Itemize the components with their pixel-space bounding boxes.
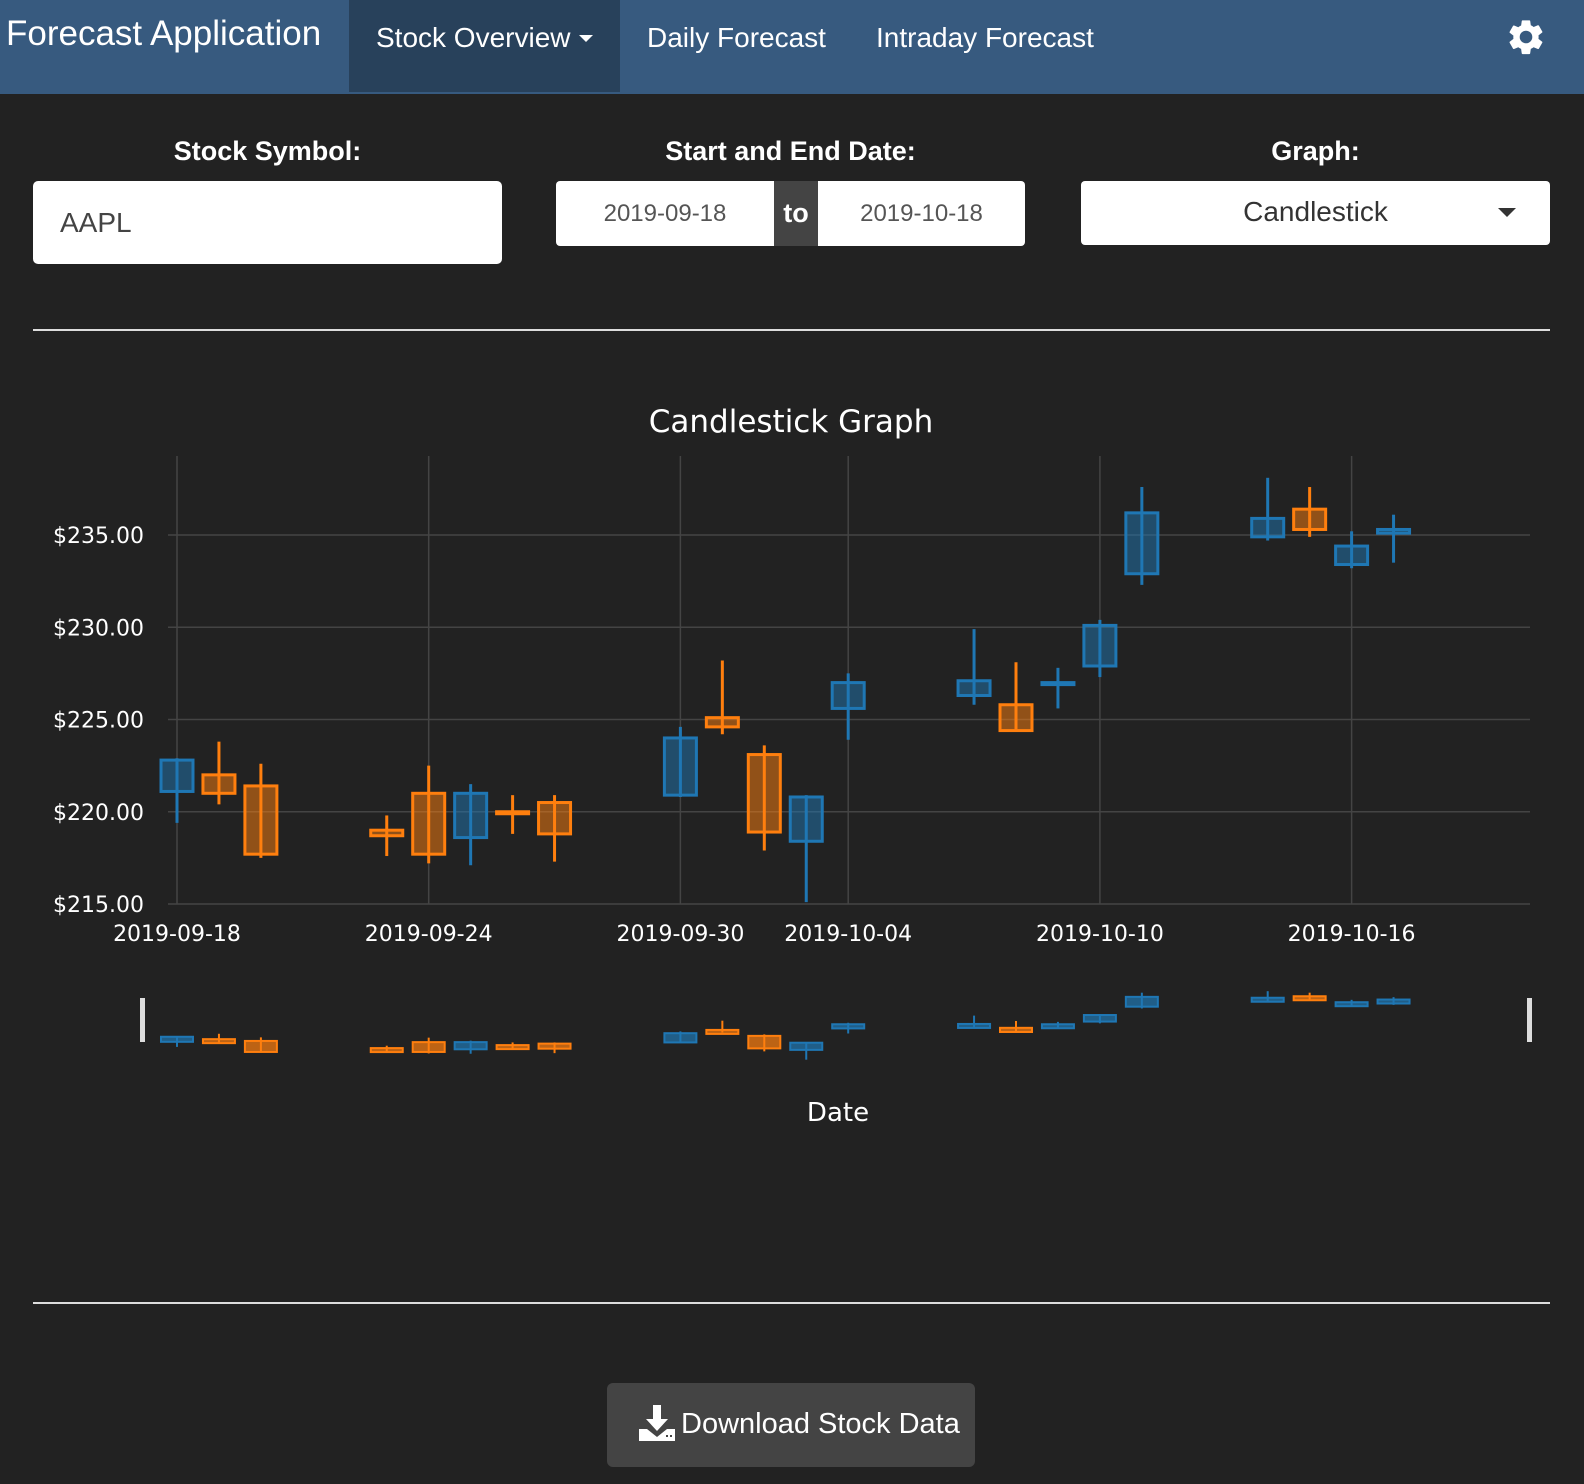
mini-candle-2019-10-17 [1376,997,1411,1005]
mini-candle-2019-09-20 [243,1037,278,1053]
x-axis-title: Date [807,1098,869,1128]
candle-2019-10-11 [1124,487,1160,585]
mini-candle-2019-10-03 [789,1041,824,1060]
candle-2019-10-14 [1250,477,1286,541]
chart-title: Candlestick Graph [649,404,934,440]
download-stock-data-button[interactable]: Download Stock Data [607,1383,975,1467]
candle-2019-09-24 [411,765,447,864]
candle-2019-10-07 [956,629,992,705]
nav-daily-forecast[interactable]: Daily Forecast [647,0,826,92]
y-tick-label: $230.00 [53,616,144,641]
graph-type-select[interactable]: Candlestick [1081,181,1550,245]
candle-2019-10-03 [788,795,824,903]
navbar: Forecast Application Stock Overview Dail… [0,0,1584,94]
graph-type-label: Graph: [1271,136,1360,166]
start-date-input[interactable] [556,181,774,246]
x-tick-label: 2019-10-04 [784,922,912,947]
date-range-picker: to [556,181,1025,246]
caret-down-icon [1498,208,1516,217]
mini-candle-2019-10-04 [831,1022,866,1034]
date-range-label: Start and End Date: [665,136,916,166]
mini-candle-2019-10-08 [999,1020,1033,1033]
candle-2019-10-10 [1082,619,1118,678]
x-tick-label: 2019-09-24 [365,922,493,947]
candle-2019-09-26 [495,795,531,834]
date-separator: to [774,181,818,246]
mini-candle-2019-10-09 [1040,1021,1075,1030]
mini-candle-2019-10-11 [1124,992,1159,1009]
candle-2019-10-09 [1040,667,1076,709]
candlestick-chart: $215.00 $220.00 $225.00 $230.00 $235.00 2019-… [53,404,1532,1128]
nav-intraday-forecast[interactable]: Intraday Forecast [876,0,1094,92]
mini-candle-2019-09-30 [663,1031,698,1044]
mini-candle-2019-10-15 [1292,992,1327,1002]
candle-2019-09-25 [453,784,489,866]
download-icon [639,1405,675,1441]
candle-2019-10-01 [704,660,740,735]
mini-candle-2019-09-26 [495,1042,530,1051]
mini-candle-2019-10-07 [957,1015,992,1029]
candle-2019-09-20 [243,763,279,858]
app-brand[interactable]: Forecast Application [6,14,321,54]
mini-candle-2019-09-23 [369,1045,404,1054]
candle-2019-09-27 [537,795,573,862]
divider-top [33,329,1550,331]
mini-candle-2019-10-16 [1334,999,1369,1008]
gear-icon[interactable] [1505,16,1547,58]
range-slider-left-handle[interactable] [140,998,145,1042]
candle-2019-09-30 [662,726,698,797]
range-slider-right-handle[interactable] [1527,998,1532,1042]
mini-candle-2019-10-01 [705,1020,740,1035]
candle-2019-10-02 [746,745,782,851]
end-date-input[interactable] [818,181,1025,246]
candle-2019-09-18 [159,758,195,823]
candle-2019-10-15 [1292,487,1328,537]
y-tick-label: $220.00 [53,801,144,826]
x-tick-label: 2019-09-30 [616,922,744,947]
candle-2019-09-23 [369,815,405,857]
mini-candle-2019-09-24 [411,1037,446,1054]
x-tick-label: 2019-10-16 [1288,922,1416,947]
mini-candle-2019-10-02 [747,1034,782,1052]
y-tick-label: $225.00 [53,709,144,734]
mini-candle-2019-09-18 [160,1035,194,1047]
candle-2019-10-08 [998,662,1034,733]
candle-2019-10-04 [830,673,866,740]
x-tick-label: 2019-10-10 [1036,922,1164,947]
stock-symbol-label: Stock Symbol: [173,136,362,166]
divider-bottom [33,1302,1550,1304]
nav-stock-overview-label: Stock Overview [376,22,571,53]
x-tick-label: 2019-09-18 [113,922,241,947]
mini-candle-2019-09-27 [537,1042,572,1054]
nav-stock-overview[interactable]: Stock Overview [349,0,620,92]
candle-2019-09-19 [201,741,237,805]
caret-down-icon [578,34,593,42]
mini-candle-2019-10-14 [1250,991,1285,1003]
mini-candle-2019-09-19 [201,1033,236,1045]
mini-candle-2019-10-10 [1082,1014,1117,1024]
mini-candle-2019-09-25 [453,1040,488,1054]
download-label: Download Stock Data [681,1408,960,1440]
candle-2019-10-17 [1376,514,1412,563]
y-tick-label: $215.00 [53,893,144,918]
graph-type-selected: Candlestick [1243,196,1388,227]
stock-symbol-input[interactable] [33,181,502,264]
candle-2019-10-16 [1334,531,1370,569]
y-tick-label: $235.00 [53,524,144,549]
